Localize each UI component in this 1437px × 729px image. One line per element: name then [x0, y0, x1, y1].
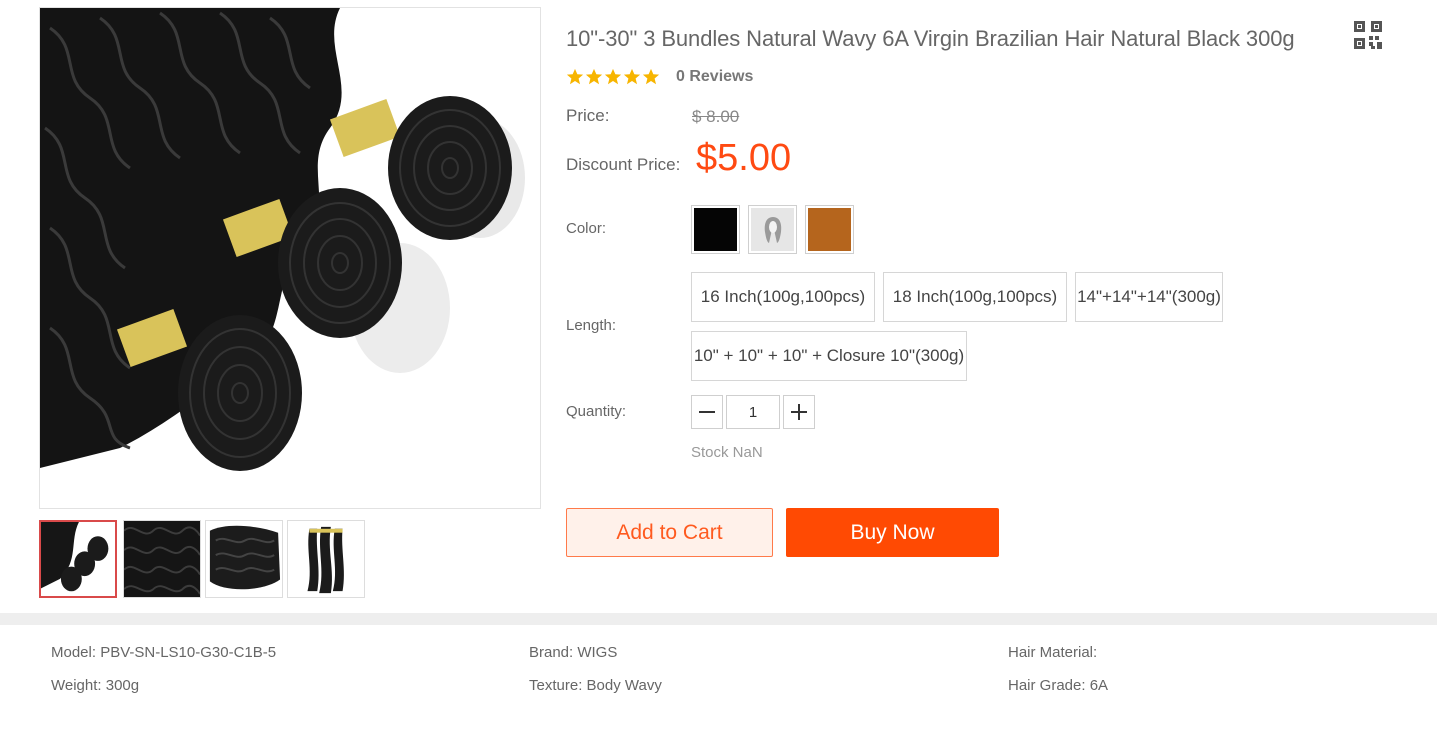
length-option-10x3-closure[interactable]: 10" + 10" + 10" + Closure 10"(300g) [691, 331, 967, 381]
minus-icon [699, 411, 715, 413]
reviews-link[interactable]: 0 Reviews [676, 68, 753, 86]
stock-status: Stock NaN [691, 444, 763, 461]
plus-icon [791, 404, 807, 420]
buy-now-button[interactable]: Buy Now [786, 508, 999, 557]
color-swatch-black-fill [694, 208, 737, 251]
discount-price: $5.00 [696, 137, 792, 179]
color-swatch-gray-fill [751, 208, 794, 251]
length-option-18-inch[interactable]: 18 Inch(100g,100pcs) [883, 272, 1067, 322]
thumbnail-3[interactable] [205, 520, 283, 598]
product-title-row: 10"-30" 3 Bundles Natural Wavy 6A Virgin… [566, 26, 1396, 52]
product-title: 10"-30" 3 Bundles Natural Wavy 6A Virgin… [566, 26, 1295, 51]
color-label: Color: [566, 220, 607, 237]
quantity-increase-button[interactable] [783, 395, 815, 429]
original-price: $ 8.00 [692, 107, 740, 126]
thumbnail-2[interactable] [123, 520, 201, 598]
thumbnail-3-image [206, 521, 282, 597]
qr-code-icon[interactable] [1353, 20, 1383, 50]
spec-weight: Weight: 300g [51, 677, 140, 694]
star-rating [566, 68, 660, 86]
price-label: Price: [566, 106, 610, 125]
spec-row-1: Model: PBV-SN-LS10-G30-C1B-5 Brand: WIGS… [0, 644, 1437, 664]
spec-row-2: Weight: 300g Texture: Body Wavy Hair Gra… [0, 677, 1437, 697]
discount-price-label: Discount Price: [566, 155, 681, 174]
quantity-label: Quantity: [566, 403, 627, 420]
color-swatch-brown[interactable] [805, 205, 854, 254]
color-swatch-black[interactable] [691, 205, 740, 254]
main-product-image[interactable] [39, 7, 541, 509]
wig-thumbnail-icon [764, 216, 781, 243]
color-swatch-gray[interactable] [748, 205, 797, 254]
thumbnail-4-image [288, 521, 364, 597]
hair-bundles-image [40, 8, 540, 508]
thumbnail-2-image [124, 521, 200, 597]
thumbnail-1-image [41, 522, 115, 596]
spec-texture: Texture: Body Wavy [529, 677, 662, 694]
spec-hair-material: Hair Material: [1008, 644, 1098, 661]
section-divider [0, 613, 1437, 625]
spec-model: Model: PBV-SN-LS10-G30-C1B-5 [51, 644, 277, 661]
quantity-decrease-button[interactable] [691, 395, 723, 429]
quantity-input[interactable] [727, 396, 779, 428]
star-icon [623, 68, 641, 85]
star-icon [585, 68, 603, 85]
quantity-input-wrapper [726, 395, 780, 429]
spec-hair-grade: Hair Grade: 6A [1008, 677, 1109, 694]
star-icon [566, 68, 584, 85]
length-label: Length: [566, 317, 617, 334]
length-option-16-inch[interactable]: 16 Inch(100g,100pcs) [691, 272, 875, 322]
rating-row: 0 Reviews [566, 66, 753, 88]
spec-brand: Brand: WIGS [529, 644, 618, 661]
thumbnail-4[interactable] [287, 520, 365, 598]
length-option-14x3[interactable]: 14"+14"+14"(300g) [1075, 272, 1223, 322]
star-icon [642, 68, 660, 85]
star-icon [604, 68, 622, 85]
thumbnail-1[interactable] [39, 520, 117, 598]
add-to-cart-button[interactable]: Add to Cart [566, 508, 773, 557]
color-swatch-brown-fill [808, 208, 851, 251]
